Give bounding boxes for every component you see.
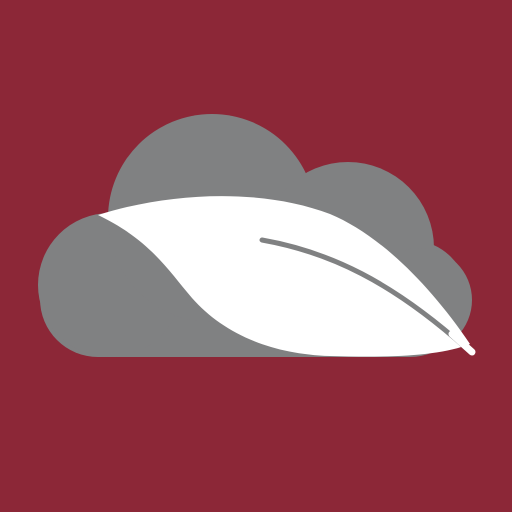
app-icon xyxy=(0,0,512,512)
cloud-leaf-logo xyxy=(0,0,512,512)
